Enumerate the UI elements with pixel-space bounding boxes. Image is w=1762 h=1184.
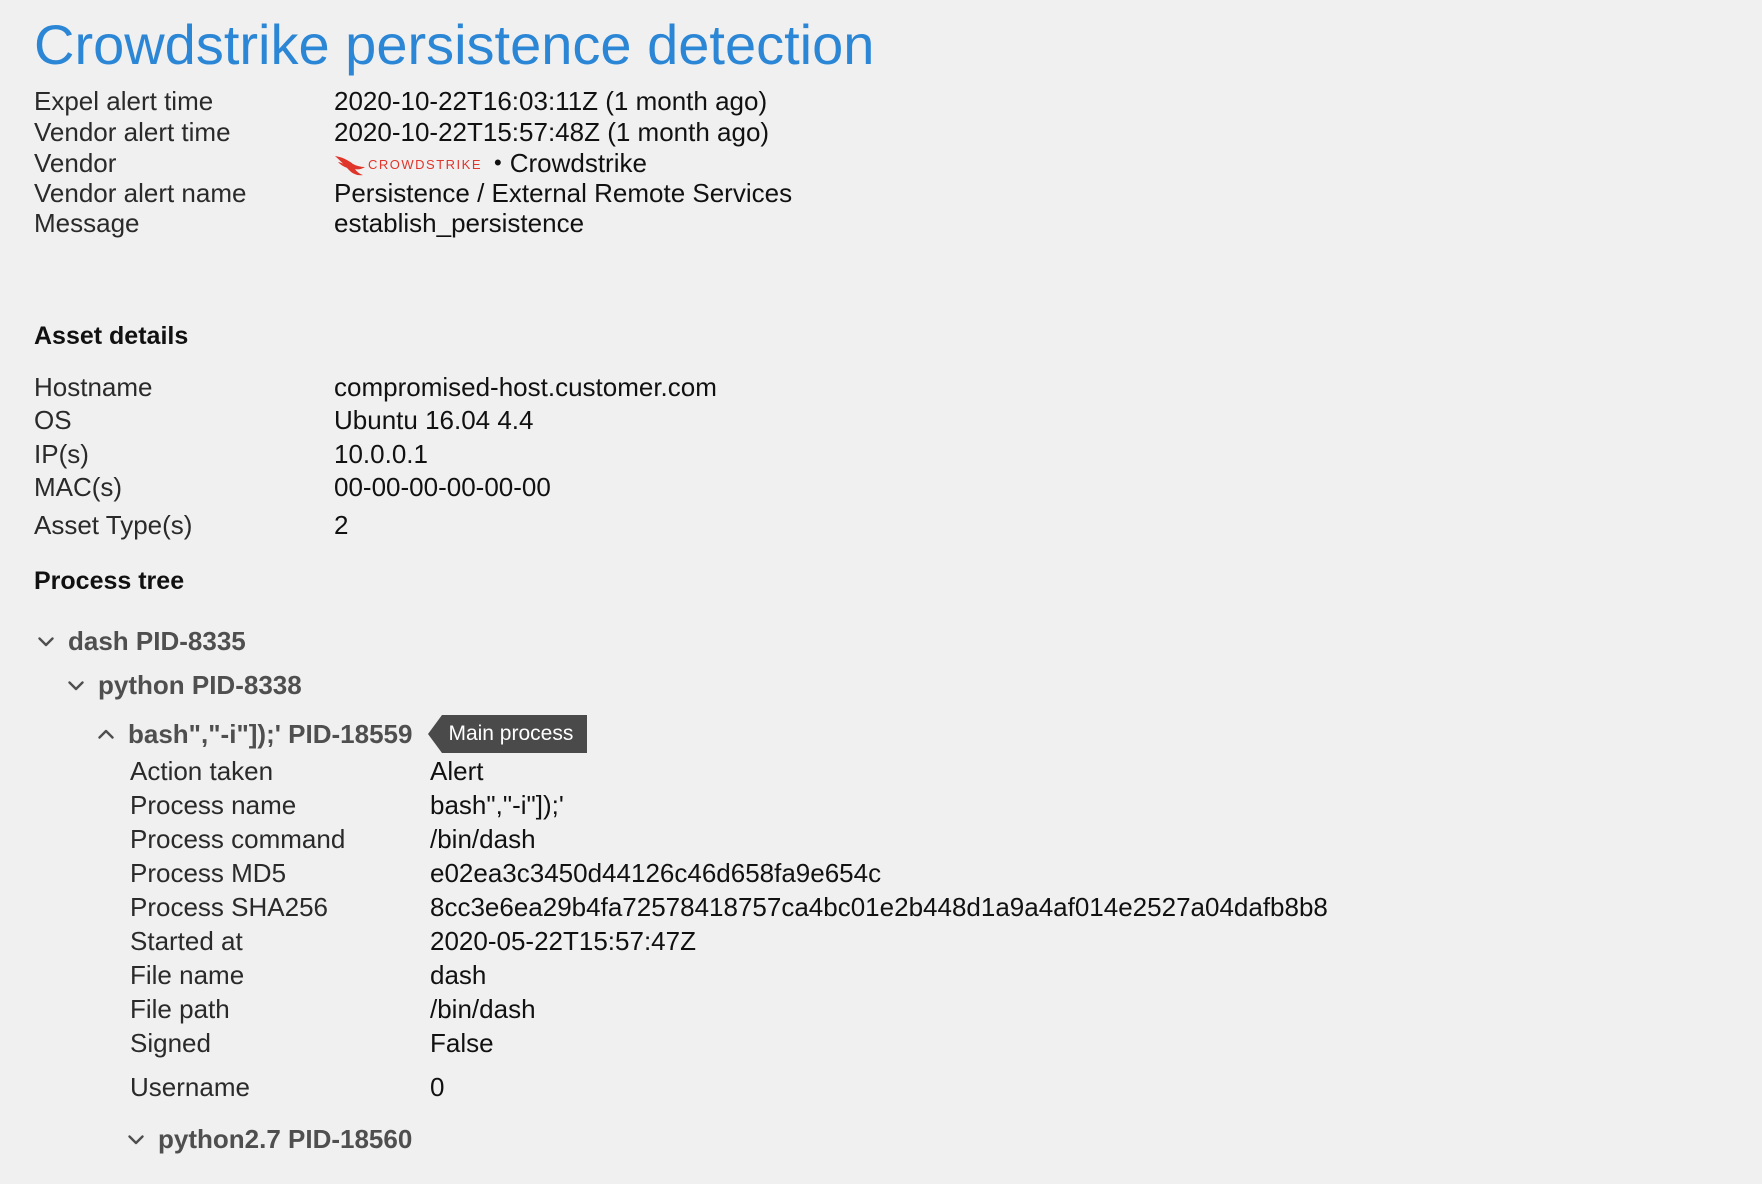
detail-row-process-md5: Process MD5 e02ea3c3450d44126c46d658fa9e…	[130, 856, 1380, 890]
alert-label: Message	[34, 208, 140, 238]
tree-node-dash[interactable]: dash PID-8335	[38, 626, 246, 657]
detail-label: Action taken	[130, 756, 274, 786]
asset-row-hostname: Hostname compromised-host.customer.com	[34, 370, 1034, 404]
detail-label: Started at	[130, 926, 243, 956]
detail-value: 0	[430, 1072, 445, 1102]
detail-value: False	[430, 1028, 494, 1058]
alert-value: Persistence / External Remote Services	[334, 178, 793, 208]
asset-label: OS	[34, 405, 72, 435]
alert-label: Vendor	[34, 148, 117, 178]
page-title: Crowdstrike persistence detection	[34, 13, 875, 76]
separator-dot: •	[494, 150, 502, 175]
asset-value: Ubuntu 16.04 4.4	[334, 405, 534, 435]
alert-label: Expel alert time	[34, 86, 214, 116]
asset-row-asset-types: Asset Type(s) 2	[34, 508, 1034, 542]
chevron-down-icon[interactable]	[38, 630, 68, 654]
detail-row-file-path: File path /bin/dash	[130, 992, 1380, 1026]
alert-value: 2020-10-22T15:57:48Z (1 month ago)	[334, 117, 770, 147]
detail-row-process-name: Process name bash","-i"]);'	[130, 788, 1380, 822]
detail-value: 8cc3e6ea29b4fa72578418757ca4bc01e2b448d1…	[430, 892, 1328, 922]
detail-row-username: Username 0	[130, 1070, 1380, 1104]
detail-row-file-name: File name dash	[130, 958, 1380, 992]
alert-value: establish_persistence	[334, 208, 585, 238]
alert-row-expel-time: Expel alert time 2020-10-22T16:03:11Z (1…	[34, 84, 1034, 118]
asset-value: 2	[334, 510, 349, 540]
chevron-down-icon[interactable]	[68, 674, 98, 698]
alert-row-vendor-time: Vendor alert time 2020-10-22T15:57:48Z (…	[34, 115, 1034, 149]
tree-node-label[interactable]: dash PID-8335	[68, 626, 246, 657]
tree-node-python[interactable]: python PID-8338	[68, 670, 302, 701]
tree-node-label[interactable]: python2.7 PID-18560	[158, 1124, 412, 1155]
detail-row-action-taken: Action taken Alert	[130, 754, 1380, 788]
detail-value: /bin/dash	[430, 994, 536, 1024]
asset-row-ips: IP(s) 10.0.0.1	[34, 437, 1034, 471]
asset-value: 00-00-00-00-00-00	[334, 472, 551, 502]
detail-label: File path	[130, 994, 230, 1024]
detail-value: /bin/dash	[430, 824, 536, 854]
alert-row-message: Message establish_persistence	[34, 206, 1034, 240]
vendor-name: Crowdstrike	[509, 148, 647, 178]
chevron-down-icon[interactable]	[128, 1128, 158, 1152]
detail-label: Process SHA256	[130, 892, 328, 922]
asset-label: IP(s)	[34, 439, 89, 469]
detail-value: bash","-i"]);'	[430, 790, 564, 820]
asset-value: 10.0.0.1	[334, 439, 428, 469]
chevron-up-icon[interactable]	[98, 722, 128, 746]
detail-label: Signed	[130, 1028, 211, 1058]
detail-row-started-at: Started at 2020-05-22T15:57:47Z	[130, 924, 1380, 958]
alert-value: 2020-10-22T16:03:11Z (1 month ago)	[334, 86, 768, 116]
detail-row-signed: Signed False	[130, 1026, 1380, 1060]
detail-value: dash	[430, 960, 487, 990]
tree-node-bash[interactable]: bash","-i"]);' PID-18559 Main process	[98, 715, 588, 753]
detail-row-process-command: Process command /bin/dash	[130, 822, 1380, 856]
alert-row-vendor-alert-name: Vendor alert name Persistence / External…	[34, 176, 1034, 210]
falcon-logo-icon	[335, 156, 365, 176]
tree-node-label[interactable]: bash","-i"]);' PID-18559	[128, 719, 412, 750]
detail-label: File name	[130, 960, 245, 990]
tree-node-label[interactable]: python PID-8338	[98, 670, 302, 701]
detail-label: Process command	[130, 824, 346, 854]
detail-value: 2020-05-22T15:57:47Z	[430, 926, 696, 956]
alert-row-vendor: Vendor CROWDSTRIKE • Crowdstrike	[34, 146, 1034, 180]
detail-row-process-sha256: Process SHA256 8cc3e6ea29b4fa72578418757…	[130, 890, 1380, 924]
detail-label: Username	[130, 1072, 250, 1102]
alert-label: Vendor alert name	[34, 178, 247, 208]
detail-value: Alert	[430, 756, 484, 786]
badge-label: Main process	[442, 715, 588, 753]
asset-label: Hostname	[34, 372, 153, 402]
detail-label: Process MD5	[130, 858, 287, 888]
process-tree-heading: Process tree	[34, 567, 185, 595]
asset-label: MAC(s)	[34, 472, 123, 502]
detail-value: e02ea3c3450d44126c46d658fa9e654c	[430, 858, 882, 888]
detail-label: Process name	[130, 790, 297, 820]
asset-details-heading: Asset details	[34, 322, 189, 350]
alert-label: Vendor alert time	[34, 117, 231, 147]
asset-value: compromised-host.customer.com	[334, 372, 717, 402]
tree-node-python27[interactable]: python2.7 PID-18560	[128, 1124, 412, 1155]
asset-label: Asset Type(s)	[34, 510, 193, 540]
asset-row-os: OS Ubuntu 16.04 4.4	[34, 403, 1034, 437]
main-process-badge: Main process	[428, 715, 588, 753]
asset-row-macs: MAC(s) 00-00-00-00-00-00	[34, 470, 1034, 504]
